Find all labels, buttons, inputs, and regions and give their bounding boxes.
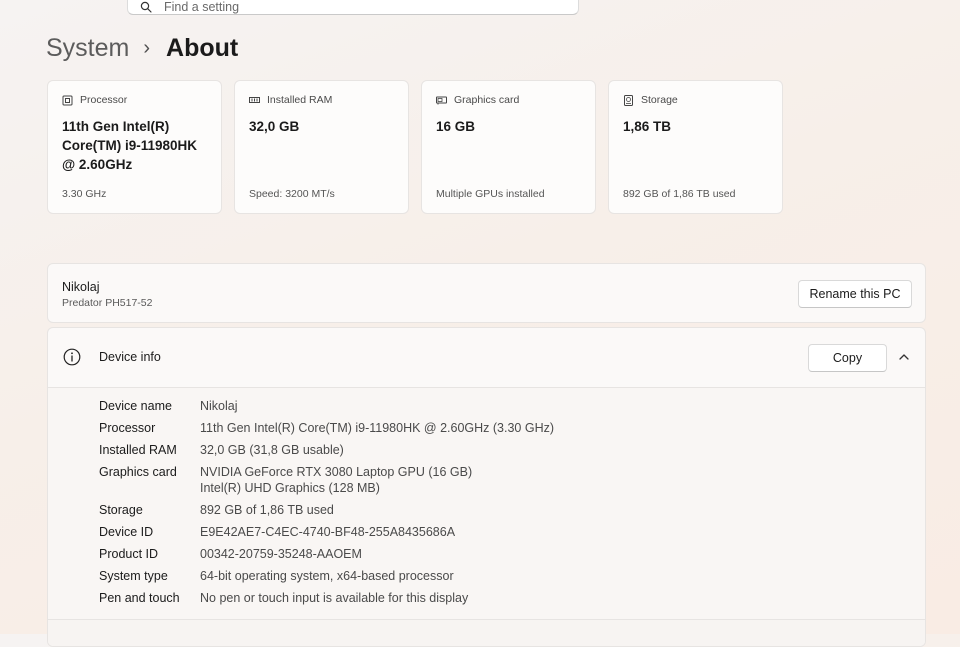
spec-row-value: 892 GB of 1,86 TB used <box>200 503 334 517</box>
spec-row-value: 32,0 GB (31,8 GB usable) <box>200 443 344 457</box>
spec-row-label: Device ID <box>99 525 154 539</box>
spec-card-label: Storage <box>641 94 678 106</box>
spec-row-value-line: Intel(R) UHD Graphics (128 MB) <box>200 481 380 495</box>
info-icon <box>63 348 81 366</box>
spec-card-sub: 3.30 GHz <box>62 188 107 200</box>
spec-card-label: Processor <box>80 94 128 106</box>
graphics-card-icon <box>436 96 447 104</box>
spec-row-label: Installed RAM <box>99 443 177 457</box>
spec-row-label: Pen and touch <box>99 591 180 605</box>
device-info-body: Device name Nikolaj Processor 11th Gen I… <box>48 388 925 620</box>
spec-card-sub: Speed: 3200 MT/s <box>249 188 335 200</box>
spec-row-graphics-card: Graphics card NVIDIA GeForce RTX 3080 La… <box>99 464 554 496</box>
next-section-divider <box>48 619 925 646</box>
spec-row-value: 64-bit operating system, x64-based proce… <box>200 569 454 583</box>
spec-row-device-id: Device ID E9E42AE7-C4EC-4740-BF48-255A84… <box>99 524 554 540</box>
rename-pc-button[interactable]: Rename this PC <box>798 280 912 308</box>
spec-row-label: System type <box>99 569 168 583</box>
storage-icon <box>624 94 633 106</box>
spec-row-storage: Storage 892 GB of 1,86 TB used <box>99 502 554 518</box>
device-info-title: Device info <box>99 350 161 364</box>
spec-row-value: E9E42AE7-C4EC-4740-BF48-255A8435686A <box>200 525 456 539</box>
spec-row-label: Device name <box>99 399 172 413</box>
spec-row-device-name: Device name Nikolaj <box>99 398 554 414</box>
device-spec-list: Device name Nikolaj Processor 11th Gen I… <box>99 398 554 612</box>
pc-name-card: Nikolaj Predator PH517-52 Rename this PC <box>47 263 926 323</box>
breadcrumb-system-link[interactable]: System <box>46 34 129 63</box>
spec-cards: Processor 11th Gen Intel(R) Core(TM) i9-… <box>47 80 783 214</box>
spec-card-label: Graphics card <box>454 94 520 106</box>
page-title: About <box>166 33 239 62</box>
pc-name: Nikolaj <box>62 280 100 294</box>
spec-row-label: Storage <box>99 503 143 517</box>
spec-row-label: Graphics card <box>99 465 177 479</box>
copy-button[interactable]: Copy <box>808 344 887 372</box>
spec-card-label: Installed RAM <box>267 94 333 106</box>
spec-card-ram: Installed RAM 32,0 GB Speed: 3200 MT/s <box>234 80 409 214</box>
chevron-up-icon[interactable] <box>897 350 911 364</box>
spec-row-value: No pen or touch input is available for t… <box>200 591 469 605</box>
spec-card-value: 1,86 TB <box>623 119 672 134</box>
search-box[interactable] <box>127 0 579 15</box>
spec-card-processor: Processor 11th Gen Intel(R) Core(TM) i9-… <box>47 80 222 214</box>
spec-card-sub: 892 GB of 1,86 TB used <box>623 188 736 200</box>
spec-row-value: NVIDIA GeForce RTX 3080 Laptop GPU (16 G… <box>200 464 472 496</box>
spec-row-system-type: System type 64-bit operating system, x64… <box>99 568 554 584</box>
spec-row-processor: Processor 11th Gen Intel(R) Core(TM) i9-… <box>99 420 554 436</box>
spec-row-pen-and-touch: Pen and touch No pen or touch input is a… <box>99 590 554 606</box>
spec-row-value: 11th Gen Intel(R) Core(TM) i9-11980HK @ … <box>200 421 555 435</box>
device-info-header[interactable]: Device info Copy <box>48 328 925 388</box>
device-info-expander: Device info Copy Device name Nikolaj Pro… <box>47 327 926 647</box>
breadcrumb-separator-icon: › <box>143 37 151 59</box>
breadcrumb: System › About <box>46 32 238 64</box>
spec-row-installed-ram: Installed RAM 32,0 GB (31,8 GB usable) <box>99 442 554 458</box>
spec-row-label: Processor <box>99 421 156 435</box>
spec-card-value: 32,0 GB <box>249 119 300 134</box>
spec-row-label: Product ID <box>99 547 159 561</box>
processor-icon <box>62 95 73 105</box>
spec-row-value: 00342-20759-35248-AAOEM <box>200 547 362 561</box>
spec-card-sub: Multiple GPUs installed <box>436 188 545 200</box>
spec-card-graphics: Graphics card 16 GB Multiple GPUs instal… <box>421 80 596 214</box>
spec-row-value-line: NVIDIA GeForce RTX 3080 Laptop GPU (16 G… <box>200 465 473 479</box>
search-input[interactable] <box>164 0 544 14</box>
spec-card-value: 16 GB <box>436 119 476 134</box>
spec-card-storage: Storage 1,86 TB 892 GB of 1,86 TB used <box>608 80 783 214</box>
spec-card-value: 11th Gen Intel(R) Core(TM) i9-11980HK @ … <box>62 119 198 172</box>
pc-model: Predator PH517-52 <box>62 297 153 309</box>
spec-row-value: Nikolaj <box>200 399 238 413</box>
search-icon <box>140 1 152 13</box>
ram-icon <box>249 96 260 103</box>
spec-row-product-id: Product ID 00342-20759-35248-AAOEM <box>99 546 554 562</box>
